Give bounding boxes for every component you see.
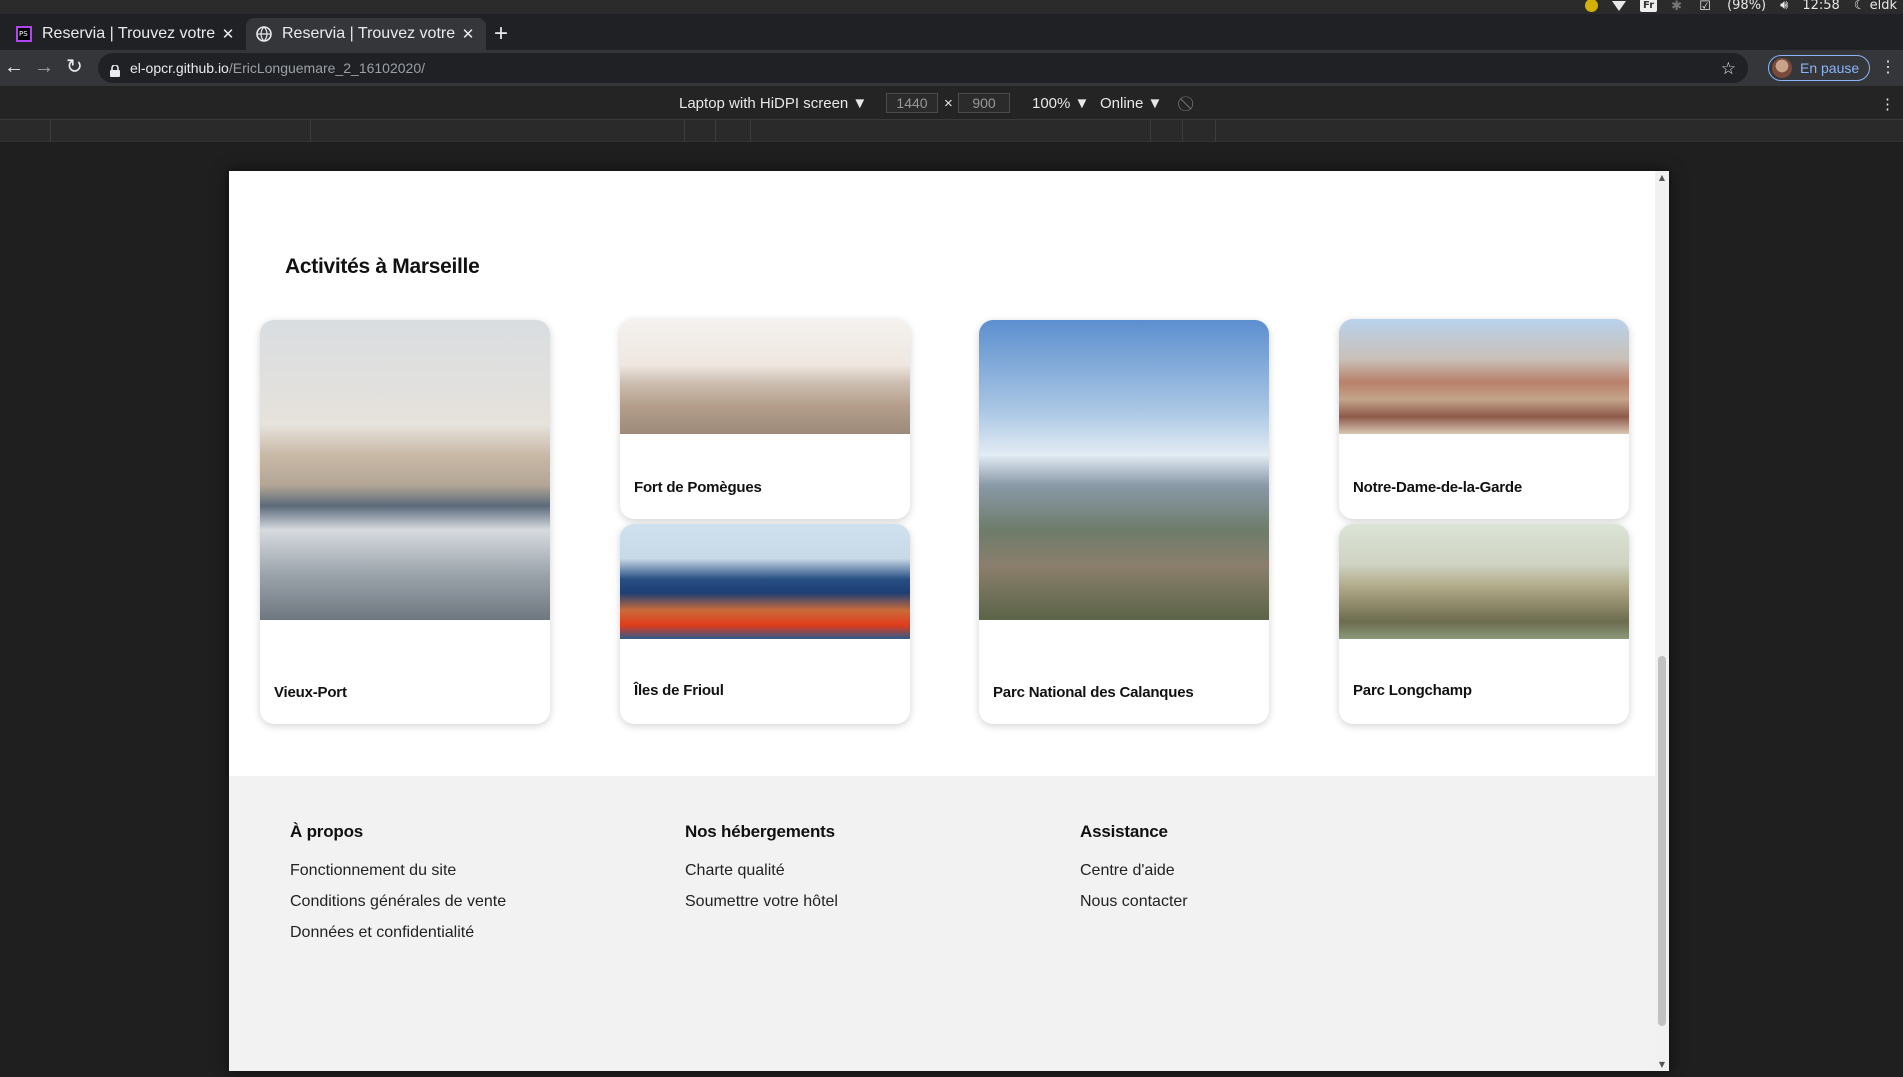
scroll-up-icon[interactable]: ▲: [1657, 173, 1667, 182]
device-name: Laptop with HiDPI screen: [679, 95, 849, 112]
zoom-value: 100%: [1032, 95, 1071, 112]
profile-status: En pause: [1800, 60, 1860, 76]
scroll-thumb[interactable]: [1658, 656, 1666, 1026]
tab-title: Reservia | Trouvez votre hébergement: [42, 25, 220, 42]
forward-icon[interactable]: →: [34, 57, 54, 77]
navigation-bar: ← → ↻ el-opcr.github.io/EricLonguemare_2…: [0, 50, 1903, 86]
reservia-page: Activités à Marseille Vieux-Port Fort de…: [229, 171, 1655, 1071]
activity-card-parc-longchamp[interactable]: Parc Longchamp: [1339, 524, 1629, 724]
iles-de-frioul-image: [620, 524, 910, 639]
fort-de-pomegues-image: [620, 319, 910, 434]
activity-card-vieux-port[interactable]: Vieux-Port: [260, 320, 550, 724]
tab-reservia-2[interactable]: Reservia | Trouvez votre hébergement ✕: [246, 18, 486, 50]
activity-card-fort-de-pomegues[interactable]: Fort de Pomègues: [620, 319, 910, 519]
activity-label: Îles de Frioul: [634, 682, 724, 699]
device-height-input[interactable]: 900: [958, 93, 1010, 113]
site-footer: À propos Fonctionnement du site Conditio…: [229, 776, 1655, 1071]
devtools-more-icon[interactable]: ⋮: [1880, 95, 1895, 113]
tab-strip: PS Reservia | Trouvez votre hébergement …: [0, 14, 1903, 50]
bluetooth-icon[interactable]: ✱: [1671, 0, 1685, 14]
footer-link[interactable]: Centre d'aide: [1080, 862, 1188, 880]
footer-col-hebergements: Nos hébergements Charte qualité Soumettr…: [685, 822, 838, 924]
activity-card-iles-de-frioul[interactable]: Îles de Frioul: [620, 524, 910, 724]
scroll-down-icon[interactable]: ▼: [1657, 1060, 1667, 1069]
activity-label: Parc Longchamp: [1353, 682, 1472, 699]
activity-label: Fort de Pomègues: [634, 479, 762, 496]
footer-link[interactable]: Conditions générales de vente: [290, 893, 506, 911]
address-bar[interactable]: el-opcr.github.io/EricLonguemare_2_16102…: [98, 53, 1748, 83]
volume-icon[interactable]: 🔊︎: [1780, 0, 1788, 13]
profile-button[interactable]: En pause: [1768, 55, 1871, 81]
footer-heading: À propos: [290, 822, 364, 841]
update-icon[interactable]: [1585, 0, 1599, 12]
dropdown-caret-icon: ▼: [1147, 95, 1163, 112]
dropdown-caret-icon: ▼: [852, 95, 868, 112]
network-throttle-select[interactable]: Online ▼: [1100, 95, 1162, 112]
url-path: /EricLonguemare_2_16102020/: [228, 60, 425, 76]
keyboard-layout-indicator[interactable]: Fr: [1640, 0, 1658, 12]
tab-title: Reservia | Trouvez votre hébergement: [282, 25, 460, 42]
dimension-separator: ×: [944, 95, 953, 112]
svg-text:PS: PS: [19, 30, 28, 38]
footer-link[interactable]: Charte qualité: [685, 862, 838, 880]
parc-longchamp-image: [1339, 524, 1629, 639]
section-title: Activités à Marseille: [285, 255, 480, 278]
user-menu[interactable]: ☾ eldk: [1854, 0, 1897, 13]
lock-icon[interactable]: [110, 62, 120, 77]
phpstorm-icon: PS: [16, 26, 32, 42]
avatar: [1772, 58, 1792, 78]
activity-label: Parc National des Calanques: [993, 684, 1194, 701]
tab-reservia-1[interactable]: PS Reservia | Trouvez votre hébergement …: [6, 18, 246, 50]
browser-menu-icon[interactable]: ⋮: [1880, 58, 1896, 78]
moon-icon: ☾: [1853, 0, 1866, 13]
footer-col-assistance: Assistance Centre d'aide Nous contacter: [1080, 822, 1188, 924]
os-top-bar: Fr ✱ ☑ (98%) 🔊︎ 12:58 ☾ eldk: [0, 0, 1903, 14]
vieux-port-image: [260, 320, 550, 620]
device-toolbar: Laptop with HiDPI screen ▼ 1440 × 900 10…: [0, 86, 1903, 120]
footer-link[interactable]: Soumettre votre hôtel: [685, 893, 838, 911]
footer-heading: Nos hébergements: [685, 822, 835, 841]
reload-icon[interactable]: ↻: [66, 57, 83, 77]
calanques-image: [979, 320, 1269, 620]
dropdown-caret-icon: ▼: [1074, 95, 1090, 112]
system-tray: Fr ✱ ☑ (98%) 🔊︎ 12:58 ☾ eldk: [1585, 0, 1897, 14]
network-value: Online: [1100, 95, 1144, 112]
page-scrollbar[interactable]: ▲ ▼: [1655, 171, 1669, 1071]
zoom-select[interactable]: 100% ▼: [1032, 95, 1089, 112]
footer-link[interactable]: Nous contacter: [1080, 893, 1188, 911]
url-host: el-opcr.github.io: [130, 60, 229, 76]
close-tab-icon[interactable]: ✕: [460, 25, 476, 43]
activity-label: Notre-Dame-de-la-Garde: [1353, 479, 1522, 496]
close-tab-icon[interactable]: ✕: [220, 25, 236, 43]
bookmark-star-icon[interactable]: ☆: [1721, 59, 1736, 79]
new-tab-button[interactable]: +: [494, 22, 508, 46]
activity-card-calanques[interactable]: Parc National des Calanques: [979, 320, 1269, 724]
device-width-input[interactable]: 1440: [886, 93, 938, 113]
checkbox-icon[interactable]: ☑: [1699, 0, 1713, 14]
url-text: el-opcr.github.io/EricLonguemare_2_16102…: [130, 60, 425, 76]
device-select[interactable]: Laptop with HiDPI screen ▼: [679, 95, 867, 112]
footer-heading: Assistance: [1080, 822, 1168, 841]
footer-col-about: À propos Fonctionnement du site Conditio…: [290, 822, 506, 955]
globe-icon: [256, 26, 272, 42]
activity-label: Vieux-Port: [274, 684, 347, 701]
username: eldk: [1869, 0, 1897, 13]
notre-dame-de-la-garde-image: [1339, 319, 1629, 434]
footer-link[interactable]: Fonctionnement du site: [290, 862, 506, 880]
emulated-viewport: Activités à Marseille Vieux-Port Fort de…: [229, 171, 1669, 1071]
activity-card-notre-dame-de-la-garde[interactable]: Notre-Dame-de-la-Garde: [1339, 319, 1629, 519]
back-icon[interactable]: ←: [4, 57, 24, 77]
media-query-ruler[interactable]: [0, 120, 1903, 142]
wifi-icon[interactable]: [1612, 0, 1627, 12]
battery-level[interactable]: (98%): [1727, 0, 1766, 13]
footer-link[interactable]: Données et confidentialité: [290, 924, 506, 942]
clock[interactable]: 12:58: [1802, 0, 1839, 13]
